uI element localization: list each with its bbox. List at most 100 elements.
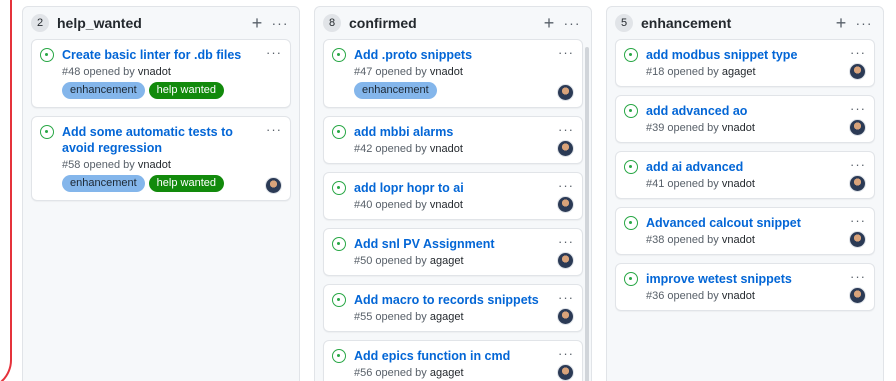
avatar[interactable] xyxy=(557,252,574,269)
issue-author-link[interactable]: vnadot xyxy=(138,159,171,171)
issue-title-link[interactable]: improve wetest snippets xyxy=(646,271,864,287)
issue-title-link[interactable]: Add macro to records snippets xyxy=(354,292,572,308)
card-kebab-icon[interactable]: ··· xyxy=(266,122,282,137)
issue-title-link[interactable]: Add some automatic tests to avoid regres… xyxy=(62,124,280,156)
issue-author-link[interactable]: vnadot xyxy=(430,199,463,211)
issue-meta: #50 opened by agaget xyxy=(354,255,572,267)
column-scrollbar[interactable] xyxy=(585,47,589,381)
card-kebab-icon[interactable]: ··· xyxy=(558,234,574,249)
plus-icon[interactable]: + xyxy=(831,14,851,32)
plus-icon[interactable]: + xyxy=(539,14,559,32)
issue-title-link[interactable]: add lopr hopr to ai xyxy=(354,180,572,196)
issue-title-link[interactable]: add advanced ao xyxy=(646,103,864,119)
issue-author-link[interactable]: agaget xyxy=(430,367,464,379)
avatar[interactable] xyxy=(265,177,282,194)
issue-card[interactable]: add advanced ao #39 opened by vnadot ··· xyxy=(615,95,875,143)
avatar[interactable] xyxy=(849,175,866,192)
column-help-wanted: 2 help_wanted + ··· Create basic linter … xyxy=(22,6,300,381)
issue-title-link[interactable]: Add snl PV Assignment xyxy=(354,236,572,252)
label-list: enhancement xyxy=(354,82,572,99)
issue-title-link[interactable]: add ai advanced xyxy=(646,159,864,175)
card-kebab-icon[interactable]: ··· xyxy=(558,290,574,305)
issue-card[interactable]: Add snl PV Assignment #50 opened by agag… xyxy=(323,228,583,276)
card-count-badge: 5 xyxy=(615,14,633,32)
issue-card[interactable]: Add epics function in cmd #56 opened by … xyxy=(323,340,583,381)
issue-card[interactable]: add ai advanced #41 opened by vnadot ··· xyxy=(615,151,875,199)
issue-meta: #40 opened by vnadot xyxy=(354,199,572,211)
avatar[interactable] xyxy=(557,196,574,213)
card-kebab-icon[interactable]: ··· xyxy=(558,45,574,60)
issue-author-link[interactable]: vnadot xyxy=(138,66,171,78)
issue-number: #56 opened by xyxy=(354,367,430,379)
issue-number: #42 opened by xyxy=(354,143,430,155)
issue-number: #39 opened by xyxy=(646,122,722,134)
issue-card[interactable]: Add macro to records snippets #55 opened… xyxy=(323,284,583,332)
issue-meta: #38 opened by vnadot xyxy=(646,234,864,246)
avatar[interactable] xyxy=(849,63,866,80)
window-edge-decoration xyxy=(0,0,12,381)
card-kebab-icon[interactable]: ··· xyxy=(850,101,866,116)
issue-title-link[interactable]: add mbbi alarms xyxy=(354,124,572,140)
card-list: add modbus snippet type #18 opened by ag… xyxy=(607,39,883,311)
card-kebab-icon[interactable]: ··· xyxy=(558,346,574,361)
avatar[interactable] xyxy=(557,140,574,157)
issue-title-link[interactable]: Create basic linter for .db files xyxy=(62,47,280,63)
issue-opened-icon xyxy=(624,48,638,62)
kebab-icon[interactable]: ··· xyxy=(853,15,875,31)
issue-meta: #48 opened by vnadot xyxy=(62,66,280,78)
column-header: 5 enhancement + ··· xyxy=(607,7,883,39)
issue-author-link[interactable]: vnadot xyxy=(430,66,463,78)
avatar[interactable] xyxy=(849,119,866,136)
issue-title-link[interactable]: Add .proto snippets xyxy=(354,47,572,63)
issue-opened-icon xyxy=(332,48,346,62)
label-badge[interactable]: enhancement xyxy=(354,82,437,99)
label-badge[interactable]: enhancement xyxy=(62,175,145,192)
card-kebab-icon[interactable]: ··· xyxy=(850,213,866,228)
issue-author-link[interactable]: vnadot xyxy=(722,122,755,134)
issue-card[interactable]: Add .proto snippets #47 opened by vnadot… xyxy=(323,39,583,108)
label-badge[interactable]: enhancement xyxy=(62,82,145,99)
avatar[interactable] xyxy=(557,308,574,325)
issue-card[interactable]: Advanced calcout snippet #38 opened by v… xyxy=(615,207,875,255)
issue-card[interactable]: Create basic linter for .db files #48 op… xyxy=(31,39,291,108)
issue-author-link[interactable]: vnadot xyxy=(722,290,755,302)
issue-card[interactable]: add mbbi alarms #42 opened by vnadot ··· xyxy=(323,116,583,164)
issue-author-link[interactable]: vnadot xyxy=(722,178,755,190)
plus-icon[interactable]: + xyxy=(247,14,267,32)
issue-author-link[interactable]: agaget xyxy=(722,66,756,78)
card-kebab-icon[interactable]: ··· xyxy=(558,122,574,137)
kebab-icon[interactable]: ··· xyxy=(269,15,291,31)
avatar[interactable] xyxy=(849,287,866,304)
issue-title-link[interactable]: Add epics function in cmd xyxy=(354,348,572,364)
card-kebab-icon[interactable]: ··· xyxy=(850,157,866,172)
issue-number: #18 opened by xyxy=(646,66,722,78)
issue-meta: #58 opened by vnadot xyxy=(62,159,280,171)
issue-opened-icon xyxy=(624,160,638,174)
column-header: 8 confirmed + ··· xyxy=(315,7,591,39)
issue-author-link[interactable]: agaget xyxy=(430,311,464,323)
avatar[interactable] xyxy=(557,364,574,381)
card-kebab-icon[interactable]: ··· xyxy=(850,269,866,284)
issue-author-link[interactable]: vnadot xyxy=(722,234,755,246)
issue-card[interactable]: add modbus snippet type #18 opened by ag… xyxy=(615,39,875,87)
avatar[interactable] xyxy=(557,84,574,101)
issue-title-link[interactable]: Advanced calcout snippet xyxy=(646,215,864,231)
issue-title-link[interactable]: add modbus snippet type xyxy=(646,47,864,63)
issue-card[interactable]: improve wetest snippets #36 opened by vn… xyxy=(615,263,875,311)
label-badge[interactable]: help wanted xyxy=(148,175,224,192)
issue-card[interactable]: Add some automatic tests to avoid regres… xyxy=(31,116,291,201)
card-kebab-icon[interactable]: ··· xyxy=(558,178,574,193)
issue-card[interactable]: add lopr hopr to ai #40 opened by vnadot… xyxy=(323,172,583,220)
card-count-badge: 8 xyxy=(323,14,341,32)
issue-number: #58 opened by xyxy=(62,159,138,171)
issue-author-link[interactable]: vnadot xyxy=(430,143,463,155)
card-kebab-icon[interactable]: ··· xyxy=(266,45,282,60)
avatar[interactable] xyxy=(849,231,866,248)
issue-meta: #41 opened by vnadot xyxy=(646,178,864,190)
label-badge[interactable]: help wanted xyxy=(148,82,224,99)
issue-number: #48 opened by xyxy=(62,66,138,78)
card-kebab-icon[interactable]: ··· xyxy=(850,45,866,60)
issue-meta: #47 opened by vnadot xyxy=(354,66,572,78)
kebab-icon[interactable]: ··· xyxy=(561,15,583,31)
issue-author-link[interactable]: agaget xyxy=(430,255,464,267)
